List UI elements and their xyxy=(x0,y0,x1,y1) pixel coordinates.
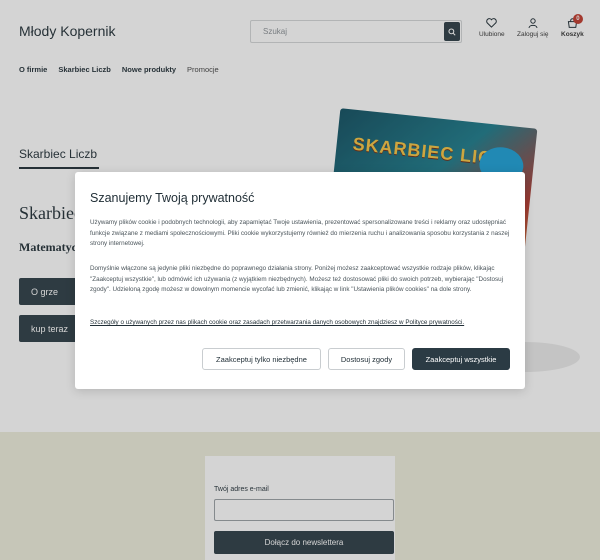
cookie-consent-dialog: Szanujemy Twoją prywatność Używamy plikó… xyxy=(75,172,525,389)
accept-necessary-button[interactable]: Zaakceptuj tylko niezbędne xyxy=(202,348,321,370)
customize-consent-button[interactable]: Dostosuj zgody xyxy=(328,348,405,370)
dialog-paragraph-2: Domyślnie włączone są jedynie pliki niez… xyxy=(90,265,504,293)
accept-all-button[interactable]: Zaakceptuj wszystkie xyxy=(412,348,510,370)
dialog-paragraph-1: Używamy plików cookie i podobnych techno… xyxy=(90,219,510,247)
dialog-title: Szanujemy Twoją prywatność xyxy=(90,191,255,205)
privacy-policy-link[interactable]: Szczegóły o używanych przez nas plikach … xyxy=(90,319,464,326)
